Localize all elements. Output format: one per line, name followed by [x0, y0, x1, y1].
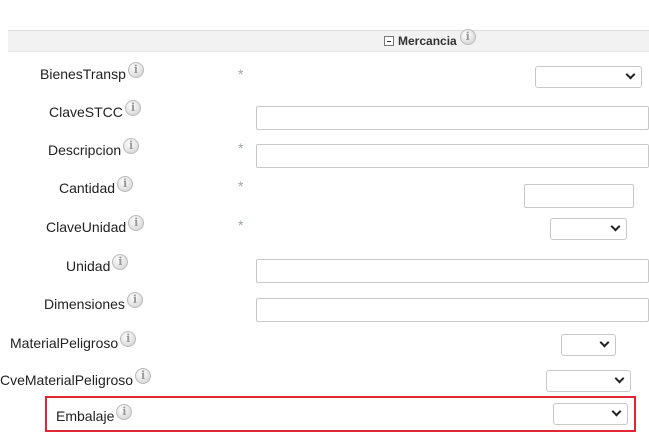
field-label: Descripcion	[48, 142, 122, 158]
field-label: CveMaterialPeligroso	[0, 372, 134, 388]
embalaje-highlight	[45, 396, 636, 432]
label-dimensiones: Dimensiones i	[44, 292, 143, 312]
label-embalaje: Embalaje i	[56, 404, 133, 424]
unidad-input[interactable]	[256, 259, 649, 283]
chevron-down-icon	[599, 337, 610, 348]
field-label: Dimensiones	[44, 296, 125, 312]
label-material-peligroso: MaterialPeligroso i	[10, 331, 137, 351]
collapse-minus-icon[interactable]	[384, 36, 394, 46]
field-label: ClaveSTCC	[49, 104, 123, 120]
info-icon[interactable]: i	[116, 404, 133, 420]
required-asterisk: *	[238, 66, 244, 82]
field-label: BienesTransp	[40, 66, 126, 82]
chevron-down-icon	[614, 373, 625, 384]
label-clave-unidad: ClaveUnidad i	[46, 215, 145, 235]
info-icon[interactable]: i	[117, 176, 134, 192]
label-cve-material-peligroso: CveMaterialPeligroso i	[0, 368, 152, 388]
chevron-down-icon	[625, 69, 636, 80]
info-icon[interactable]: i	[126, 292, 143, 308]
required-asterisk: *	[238, 217, 244, 233]
field-label: ClaveUnidad	[46, 219, 127, 235]
info-icon[interactable]: i	[112, 254, 129, 270]
field-label: MaterialPeligroso	[10, 335, 119, 351]
label-clave-stcc: ClaveSTCC i	[49, 100, 141, 120]
section-title: Mercancia i	[384, 29, 476, 49]
cantidad-input[interactable]	[524, 184, 634, 208]
info-icon[interactable]: i	[123, 138, 140, 154]
info-icon[interactable]: i	[127, 62, 144, 78]
section-header-mercancia: Mercancia i	[8, 29, 649, 52]
label-bienes-transp: BienesTransp i	[40, 62, 144, 82]
field-label: Unidad	[66, 258, 111, 274]
descripcion-input[interactable]	[256, 144, 649, 168]
info-icon[interactable]: i	[128, 215, 145, 231]
info-icon[interactable]: i	[120, 331, 137, 347]
section-title-text: Mercancia	[398, 34, 457, 48]
field-label: Embalaje	[56, 408, 115, 424]
info-icon[interactable]: i	[124, 100, 141, 116]
dimensiones-input[interactable]	[256, 298, 649, 322]
label-unidad: Unidad i	[66, 254, 129, 274]
required-asterisk: *	[238, 178, 244, 194]
info-icon[interactable]: i	[459, 29, 476, 45]
embalaje-select[interactable]	[553, 403, 628, 425]
clave-stcc-input[interactable]	[256, 106, 649, 130]
material-peligroso-select[interactable]	[561, 334, 616, 356]
bienes-transp-select[interactable]	[535, 66, 642, 88]
label-descripcion: Descripcion i	[48, 138, 140, 158]
chevron-down-icon	[610, 221, 621, 232]
label-cantidad: Cantidad i	[59, 176, 134, 196]
cve-material-peligroso-select[interactable]	[546, 370, 631, 392]
info-icon[interactable]: i	[135, 368, 152, 384]
field-label: Cantidad	[59, 180, 116, 196]
required-asterisk: *	[238, 140, 244, 156]
clave-unidad-select[interactable]	[550, 218, 627, 240]
chevron-down-icon	[611, 406, 622, 417]
